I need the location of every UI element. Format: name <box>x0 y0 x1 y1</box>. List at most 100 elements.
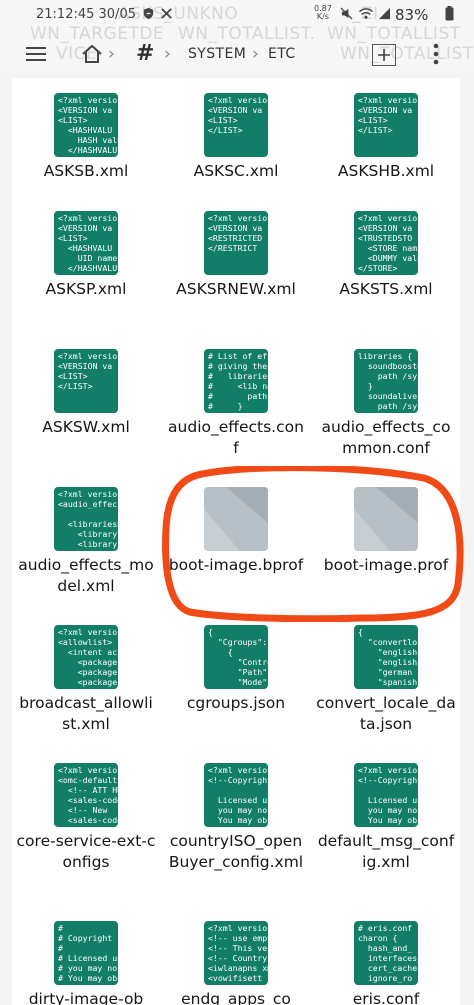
close-icon <box>161 8 172 19</box>
file-item[interactable]: <?xml versio <VERSION va <LIST> </LIST> … <box>12 334 160 472</box>
file-preview: <?xml versio <VERSION va <TRUSTEDSTO <ST… <box>358 213 418 273</box>
wifi-icon <box>358 8 374 19</box>
file-preview: <?xml versio <allowlist> <intent acti <p… <box>58 627 118 687</box>
file-name: audio_effects.conf <box>168 418 304 457</box>
file-item[interactable]: <?xml versio <VERSION va <TRUSTEDSTO <ST… <box>312 196 460 334</box>
file-item[interactable]: <?xml versio <VERSION va <RESTRICTED </R… <box>162 196 310 334</box>
status-time: 21:12:45 30/05 <box>36 7 136 22</box>
file-name: ASKSB.xml <box>43 162 129 180</box>
file-preview: <?xml versio <VERSION va <LIST> </LIST> <box>358 95 418 135</box>
file-preview: # List of eff # giving the l # libraries… <box>208 351 268 411</box>
conf-file-icon: # # Copyright # # Licensed un # you may … <box>54 921 118 985</box>
more-options-icon[interactable] <box>430 42 442 66</box>
file-item[interactable]: <?xml versio <!-- use empt <!-- This ver… <box>162 906 310 1005</box>
file-name: default_msg_config.xml <box>317 832 455 871</box>
file-name: ASKSTS.xml <box>339 280 433 298</box>
file-name: ASKSP.xml <box>45 280 127 298</box>
xml-file-icon: <?xml versio <VERSION va <LIST> <HASHVAL… <box>54 93 118 157</box>
file-item[interactable]: <?xml versio <!--Copyright Licensed u yo… <box>162 748 310 906</box>
file-preview: <?xml versio <audio_effec <libraries> <l… <box>58 489 118 551</box>
conf-file-icon: libraries { soundbooste path /syste } so… <box>354 349 418 413</box>
file-item[interactable]: libraries { soundbooste path /syste } so… <box>312 334 460 472</box>
file-item[interactable]: # # Copyright # # Licensed un # you may … <box>12 906 160 1005</box>
xml-file-icon: <?xml versio <VERSION va <LIST> </LIST> <box>54 349 118 413</box>
file-item[interactable]: { "convertloc "english "english_ "german… <box>312 610 460 748</box>
file-item[interactable]: <?xml versio <omc-default <!-- ATT HU <s… <box>12 748 160 906</box>
breadcrumb-root[interactable]: # <box>136 41 155 66</box>
xml-file-icon: <?xml versio <VERSION va <LIST> <HASHVAL… <box>54 211 118 275</box>
file-item[interactable]: # eris.conf charon { hash_and_ interface… <box>312 906 460 1005</box>
json-file-icon: { "convertloc "english "english_ "german… <box>354 625 418 689</box>
chevron-right-icon: › <box>164 44 171 64</box>
file-name: convert_locale_data.json <box>316 694 456 733</box>
battery-level: 83% <box>395 6 429 24</box>
xml-file-icon: <?xml versio <!--Copyright Licensed u yo… <box>204 763 268 827</box>
conf-file-icon: # List of eff # giving the l # libraries… <box>204 349 268 413</box>
file-name: boot-image.bprof <box>168 556 304 574</box>
network-speed: 0.87 K/s <box>314 5 332 21</box>
chevron-right-icon: › <box>108 44 115 64</box>
file-name: audio_effects_common.conf <box>321 418 451 457</box>
xml-file-icon: <?xml versio <omc-default <!-- ATT HU <s… <box>54 763 118 827</box>
xml-file-icon: <?xml versio <VERSION va <LIST> </LIST> <box>354 93 418 157</box>
battery-icon <box>445 6 454 21</box>
xml-file-icon: <?xml versio <!-- use empt <!-- This ver… <box>204 921 268 985</box>
mute-icon <box>340 7 353 20</box>
json-file-icon: { "Cgroups": [ { "Controlle "Path": "/ "… <box>204 625 268 689</box>
file-preview: <?xml versio <!--Copyright Licensed u yo… <box>208 765 268 825</box>
file-name: ASKSC.xml <box>193 162 279 180</box>
xml-file-icon: <?xml versio <audio_effec <libraries> <l… <box>54 487 118 551</box>
file-name: endg_apps_co <box>181 990 291 1005</box>
xml-file-icon: <?xml versio <!--Copyright Licensed u yo… <box>354 763 418 827</box>
file-name: dirty-image-ob <box>28 990 144 1005</box>
file-preview: <?xml versio <VERSION va <LIST> </LIST> <box>208 95 268 135</box>
chevron-right-icon: › <box>252 44 259 64</box>
network-speed-unit: K/s <box>316 12 329 21</box>
path-toolbar: › # › SYSTEM › ETC <box>0 36 474 72</box>
file-item[interactable]: <?xml versio <allowlist> <intent acti <p… <box>12 610 160 748</box>
file-item[interactable]: # List of eff # giving the l # libraries… <box>162 334 310 472</box>
file-item[interactable]: <?xml versio <!--Copyright Licensed u yo… <box>312 748 460 906</box>
xml-file-icon: <?xml versio <allowlist> <intent acti <p… <box>54 625 118 689</box>
file-name: core-service-ext-configs <box>16 832 156 871</box>
file-item[interactable]: <?xml versio <VERSION va <LIST> </LIST> … <box>162 78 310 196</box>
file-preview: # # Copyright # # Licensed un # you may … <box>58 923 118 983</box>
file-item[interactable]: { "Cgroups": [ { "Controlle "Path": "/ "… <box>162 610 310 748</box>
file-preview: <?xml versio <omc-default <!-- ATT HU <s… <box>58 765 118 825</box>
file-item[interactable]: <?xml versio <VERSION va <LIST> <HASHVAL… <box>12 196 160 334</box>
file-name: ASKSW.xml <box>42 418 130 436</box>
file-name: boot-image.prof <box>323 556 449 574</box>
file-grid: <?xml versio <VERSION va <LIST> <HASHVAL… <box>12 78 460 1005</box>
xml-file-icon: <?xml versio <VERSION va <TRUSTEDSTO <ST… <box>354 211 418 275</box>
select-icon[interactable] <box>372 44 396 66</box>
xml-file-icon: <?xml versio <VERSION va <RESTRICTED </R… <box>204 211 268 275</box>
generic-file-icon <box>354 487 418 551</box>
file-preview: { "convertloc "english "english_ "german… <box>358 627 418 687</box>
file-item[interactable]: boot-image.prof <box>312 472 460 610</box>
file-item[interactable]: <?xml versio <VERSION va <LIST> <HASHVAL… <box>12 78 160 196</box>
breadcrumb-etc[interactable]: ETC <box>268 46 296 62</box>
file-name: ASKSHB.xml <box>337 162 435 180</box>
file-preview: <?xml versio <VERSION va <LIST> </LIST> <box>58 351 118 391</box>
file-name: countryISO_openBuyer_config.xml <box>168 832 304 871</box>
file-item[interactable]: <?xml versio <audio_effec <libraries> <l… <box>12 472 160 610</box>
hamburger-icon[interactable] <box>24 42 48 66</box>
home-icon[interactable] <box>80 42 104 66</box>
file-preview: # eris.conf charon { hash_and_ interface… <box>358 923 418 983</box>
file-preview: <?xml versio <!--Copyright Licensed u yo… <box>358 765 418 825</box>
file-preview: libraries { soundbooste path /syste } so… <box>358 351 418 411</box>
conf-file-icon: # eris.conf charon { hash_and_ interface… <box>354 921 418 985</box>
xml-file-icon: <?xml versio <VERSION va <LIST> </LIST> <box>204 93 268 157</box>
file-name: eris.conf <box>352 990 420 1005</box>
breadcrumb-system[interactable]: SYSTEM <box>188 46 246 62</box>
file-name: broadcast_allowlist.xml <box>19 694 153 733</box>
file-item[interactable]: <?xml versio <VERSION va <LIST> </LIST> … <box>312 78 460 196</box>
file-preview: <?xml versio <VERSION va <LIST> <HASHVAL… <box>58 95 118 155</box>
generic-file-icon <box>204 487 268 551</box>
status-bar: 21:12:45 30/05 0.87 K/s 83% <box>0 0 474 28</box>
file-preview: <?xml versio <VERSION va <LIST> <HASHVAL… <box>58 213 118 273</box>
signal-icon <box>378 7 391 20</box>
top-bar: ASKS_UNKNO WN_TARGETDE WN_TOTALLIST. WN_… <box>0 0 474 72</box>
file-item[interactable]: boot-image.bprof <box>162 472 310 610</box>
file-preview: <?xml versio <!-- use empt <!-- This ver… <box>208 923 268 983</box>
